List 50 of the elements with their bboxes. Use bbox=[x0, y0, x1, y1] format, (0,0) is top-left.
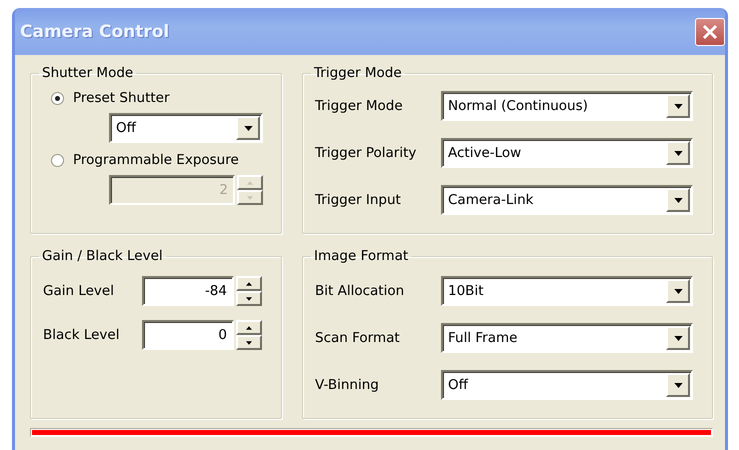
down-arrow-icon bbox=[674, 288, 682, 294]
group-title: Trigger Mode bbox=[314, 65, 402, 81]
close-button[interactable] bbox=[695, 18, 725, 46]
up-arrow-icon bbox=[247, 180, 253, 184]
dropdown-button[interactable] bbox=[666, 326, 690, 350]
down-arrow-icon bbox=[246, 296, 252, 300]
close-icon bbox=[701, 22, 719, 40]
down-arrow-icon bbox=[674, 198, 682, 202]
dropdown-button[interactable] bbox=[666, 373, 690, 397]
dropdown[interactable]: Normal (Continuous) bbox=[441, 91, 693, 121]
field-label: Bit Allocation bbox=[315, 283, 406, 299]
dropdown-button[interactable] bbox=[666, 94, 690, 118]
up-arrow-icon bbox=[246, 282, 252, 286]
dropdown[interactable]: Full Frame bbox=[441, 323, 693, 353]
down-arrow-icon bbox=[674, 336, 682, 340]
down-arrow-icon bbox=[674, 150, 682, 156]
window-title: Camera Control bbox=[20, 22, 170, 42]
field-label: Trigger Input bbox=[315, 192, 402, 208]
spin-down-button[interactable] bbox=[236, 335, 262, 350]
dropdown-button[interactable] bbox=[666, 141, 690, 165]
field-label: Trigger Mode bbox=[315, 98, 404, 114]
down-arrow-icon bbox=[674, 382, 682, 388]
spin-up-button[interactable] bbox=[236, 276, 262, 291]
dropdown[interactable]: 10Bit bbox=[441, 276, 693, 306]
down-arrow-icon bbox=[246, 340, 252, 344]
dropdown[interactable]: Active-Low bbox=[441, 138, 693, 168]
group-title: Image Format bbox=[314, 248, 408, 264]
field-label: Trigger Polarity bbox=[315, 145, 418, 161]
field-label: Black Level bbox=[43, 327, 120, 343]
spin-up-button[interactable] bbox=[236, 320, 262, 335]
group-title: Gain / Black Level bbox=[42, 248, 163, 264]
down-arrow-icon bbox=[244, 126, 252, 130]
field-label: Scan Format bbox=[315, 330, 401, 346]
field-label: Gain Level bbox=[43, 283, 115, 299]
up-arrow-icon bbox=[246, 326, 252, 330]
dropdown[interactable]: Off bbox=[109, 113, 263, 143]
number-field[interactable]: 0 bbox=[142, 320, 234, 350]
spin-down-button[interactable] bbox=[236, 291, 262, 306]
dropdown[interactable]: Off bbox=[441, 370, 693, 400]
group-title: Shutter Mode bbox=[42, 65, 134, 81]
dropdown[interactable]: Camera-Link bbox=[441, 185, 693, 215]
down-arrow-icon bbox=[247, 196, 253, 200]
dropdown-button[interactable] bbox=[666, 188, 690, 212]
number-field[interactable]: -84 bbox=[142, 276, 234, 306]
radio-button[interactable] bbox=[51, 92, 64, 104]
dropdown-button[interactable] bbox=[236, 116, 260, 140]
radio-label[interactable]: Preset Shutter bbox=[73, 90, 170, 106]
field-label: V-Binning bbox=[315, 377, 380, 393]
dropdown-button[interactable] bbox=[666, 279, 690, 303]
down-arrow-icon bbox=[674, 104, 682, 108]
